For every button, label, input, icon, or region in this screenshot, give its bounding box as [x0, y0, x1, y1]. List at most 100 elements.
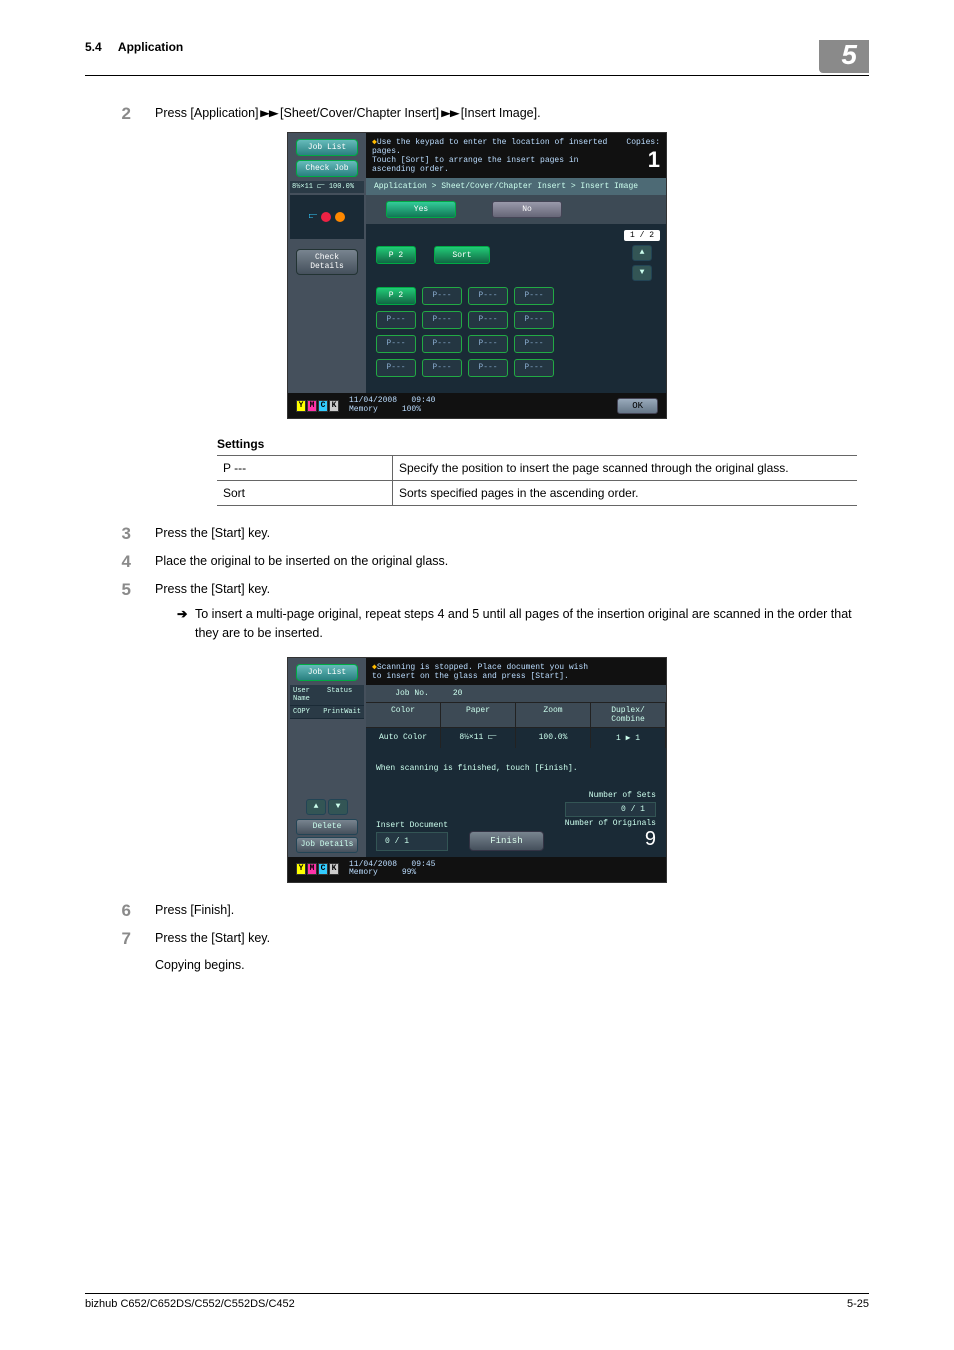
bottom-status-bar: Y M C K 11/04/2008 09:40 Memory 100% OK	[288, 393, 666, 419]
page-indicator: P 2	[376, 246, 416, 264]
step-number: 2	[85, 104, 155, 124]
step-7: 7 Press the [Start] key. Copying begins.	[85, 929, 869, 975]
screenshot-insert-image: Job List Check Job 8½×11 ⫍ 100.0% ⫍ Chec…	[85, 132, 869, 420]
side-panel: Job List Check Job 8½×11 ⫍ 100.0% ⫍ Chec…	[288, 133, 366, 393]
page-slot[interactable]: P---	[514, 359, 554, 377]
page-slot[interactable]: P---	[468, 335, 508, 353]
page-header: 5.4 Application 5	[85, 40, 869, 76]
insert-document: Insert Document 0 / 1	[376, 821, 448, 851]
mfp-screen-2: Job List User NameStatus COPYPrintWait ▲…	[287, 657, 667, 884]
job-list-button[interactable]: Job List	[296, 139, 358, 156]
job-value-row: Auto Color8½×11 ⫍100.0%1 ▶ 1	[366, 728, 666, 748]
job-list-button[interactable]: Job List	[296, 664, 358, 681]
sort-button[interactable]: Sort	[434, 246, 490, 264]
scroll-up-button[interactable]: ▲	[306, 799, 326, 815]
no-button[interactable]: No	[492, 201, 562, 218]
originals-value: 9	[565, 828, 656, 851]
page-up-button[interactable]: ▲	[632, 245, 652, 261]
check-details-button[interactable]: Check Details	[296, 249, 358, 275]
document-page: 5.4 Application 5 2 Press [Application] …	[0, 0, 954, 1350]
yes-button[interactable]: Yes	[386, 201, 456, 218]
timestamp: 11/04/2008 09:40 Memory 100%	[349, 397, 435, 415]
page-slot[interactable]: P---	[422, 359, 462, 377]
step-2: 2 Press [Application] ▸▸ [Sheet/Cover/Ch…	[85, 104, 869, 124]
sets-value: 0 / 1	[565, 802, 656, 817]
step-text: Press the [Start] key. ➔ To insert a mul…	[155, 580, 869, 648]
delete-button[interactable]: Delete	[296, 819, 358, 835]
table-row: P --- Specify the position to insert the…	[217, 455, 857, 480]
page-slot[interactable]: P---	[376, 359, 416, 377]
side-preview-icon: ⫍	[290, 195, 364, 239]
page-slot[interactable]: P---	[376, 335, 416, 353]
step-text: Press the [Start] key.	[155, 524, 869, 543]
insert-doc-count: 0 / 1	[376, 832, 448, 851]
message-bar: ◆Scanning is stopped. Place document you…	[366, 658, 666, 685]
step-4: 4 Place the original to be inserted on t…	[85, 552, 869, 572]
job-number-row: Job No. 20	[366, 685, 666, 702]
chapter-badge: 5	[819, 40, 869, 73]
arrow-icon: ➔	[177, 605, 195, 624]
arrow-icon: ▸▸	[260, 104, 278, 123]
step-number: 3	[85, 524, 155, 544]
settings-table: Settings P --- Specify the position to i…	[217, 437, 857, 506]
page-slot-selected[interactable]: P 2	[376, 287, 416, 305]
setting-key: P ---	[217, 456, 392, 480]
side-panel: Job List User NameStatus COPYPrintWait ▲…	[288, 658, 366, 857]
screenshot-scan-finish: Job List User NameStatus COPYPrintWait ▲…	[85, 657, 869, 884]
side-paper-info: 8½×11 ⫍ 100.0%	[290, 181, 364, 193]
footer-model: bizhub C652/C652DS/C552/C552DS/C452	[85, 1298, 295, 1310]
setting-value: Specify the position to insert the page …	[392, 456, 857, 480]
step-text: Press [Finish].	[155, 901, 869, 920]
page-slot[interactable]: P---	[422, 335, 462, 353]
message-bar: ◆Use the keypad to enter the location of…	[366, 133, 666, 178]
job-queue: User NameStatus COPYPrintWait	[290, 685, 364, 719]
step-number: 4	[85, 552, 155, 572]
page-slot[interactable]: P---	[514, 311, 554, 329]
page-slot[interactable]: P---	[468, 311, 508, 329]
settings-title: Settings	[217, 437, 857, 455]
breadcrumb: Application > Sheet/Cover/Chapter Insert…	[366, 178, 666, 195]
step-5: 5 Press the [Start] key. ➔ To insert a m…	[85, 580, 869, 648]
job-details-button[interactable]: Job Details	[296, 837, 358, 853]
page-slot[interactable]: P---	[422, 287, 462, 305]
page-slot[interactable]: P---	[468, 287, 508, 305]
table-row: Sort Sorts specified pages in the ascend…	[217, 480, 857, 506]
step-text: Press the [Start] key. Copying begins.	[155, 929, 869, 975]
job-header-row: ColorPaperZoomDuplex/ Combine	[366, 702, 666, 728]
scroll-down-button[interactable]: ▼	[328, 799, 348, 815]
header-left: 5.4 Application	[85, 40, 183, 54]
counters: Number of Sets 0 / 1 Number of Originals…	[565, 791, 656, 851]
step-number: 7	[85, 929, 155, 949]
check-job-button[interactable]: Check Job	[296, 160, 358, 177]
timestamp: 11/04/2008 09:45 Memory 99%	[349, 861, 435, 879]
page-footer: bizhub C652/C652DS/C552/C552DS/C452 5-25	[85, 1293, 869, 1310]
arrow-icon: ▸▸	[441, 104, 459, 123]
section-title: Application	[118, 40, 183, 54]
page-slot[interactable]: P---	[514, 335, 554, 353]
finish-hint: When scanning is finished, touch [Finish…	[376, 764, 656, 773]
toner-icon: Y M C K	[296, 863, 339, 875]
page-down-button[interactable]: ▼	[632, 265, 652, 281]
setting-key: Sort	[217, 481, 392, 505]
copies-value: 1	[648, 147, 660, 172]
step-text: Press [Application] ▸▸ [Sheet/Cover/Chap…	[155, 104, 869, 123]
step-subtext: To insert a multi-page original, repeat …	[195, 605, 869, 643]
toner-icon: Y M C K	[296, 400, 339, 412]
step-6: 6 Press [Finish].	[85, 901, 869, 921]
page-slot[interactable]: P---	[422, 311, 462, 329]
step-number: 5	[85, 580, 155, 600]
step-3: 3 Press the [Start] key.	[85, 524, 869, 544]
ok-button[interactable]: OK	[617, 398, 658, 414]
mfp-screen-1: Job List Check Job 8½×11 ⫍ 100.0% ⫍ Chec…	[287, 132, 667, 420]
section-number: 5.4	[85, 40, 102, 54]
setting-value: Sorts specified pages in the ascending o…	[392, 481, 857, 505]
footer-page: 5-25	[847, 1298, 869, 1310]
page-slot[interactable]: P---	[514, 287, 554, 305]
step-number: 6	[85, 901, 155, 921]
finish-button[interactable]: Finish	[469, 831, 543, 851]
page-slot[interactable]: P---	[468, 359, 508, 377]
page-slot[interactable]: P---	[376, 311, 416, 329]
page-of: 1 / 2	[624, 230, 660, 241]
step-text: Place the original to be inserted on the…	[155, 552, 869, 571]
bottom-status-bar: Y M C K 11/04/2008 09:45 Memory 99%	[288, 857, 666, 883]
